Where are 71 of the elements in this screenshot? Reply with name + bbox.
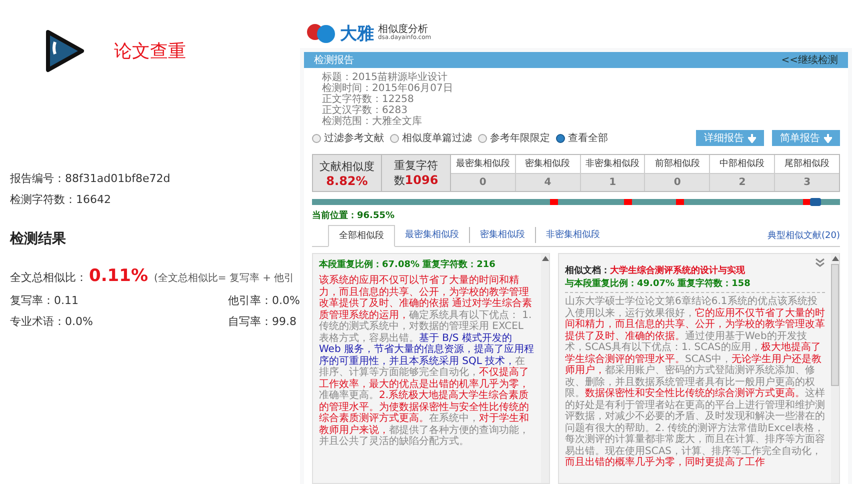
position-thumb[interactable] [810, 198, 821, 206]
doc-title[interactable]: 大学生综合测评系统的设计与实现 [610, 266, 745, 276]
radio-label[interactable]: 相似度单篇过滤 [402, 131, 472, 145]
cell-value: 8.82% [326, 174, 368, 188]
cell-label: 重复字符 [394, 158, 438, 173]
info-line: 正文汉字数：6283 [322, 105, 408, 116]
scroll-thumb[interactable] [831, 264, 839, 386]
brand-name: 大雅 [340, 22, 374, 44]
rate-text: 专业术语：0.0% [10, 314, 94, 330]
up-arrow-icon [832, 256, 838, 261]
match-marker [624, 199, 632, 205]
table-cell: 1 [580, 174, 644, 191]
up-arrow-icon [542, 256, 548, 261]
column-header: 密集相似段 [516, 155, 580, 174]
slide-title: 论文查重 [114, 40, 186, 63]
logo-icon [306, 22, 336, 44]
section-heading: 检测结果 [10, 230, 67, 248]
tab[interactable]: 密集相似段 [470, 227, 536, 243]
match-marker [550, 199, 558, 205]
double-chevron-icon [815, 258, 825, 268]
paragraph-text: 该系统的应用不仅可以节省了大量的时间和精力，而且信息的共享、公开，为学校的教学管理改革提供了及时、准确的依据 通过对学生综合素质管理系统的运用，确定系统具有以下优点： 1.传统的测式系统中，对数据的管理采用 EXCEL 表格方式，容易出错。基于 B/S 模式开发的 Web 服务，节省大量的信息资源，提高了应用程序的可重用性，并且本系统采用 SQL 技术，在排序、计算等方面能够完全自动化，不仅提高了工作效率，最大的优点是出错的机率几乎为零， 准确率更高。2.系统极大地提高大学生综合素质的管理水平。为使数据保密性与安全性比传统的综合素质测评方式更高。在系统中，对于学生和教师用户来说，都提供了各种方便的查询功能，并且公共了灵活的缺陷分配方式。 [319, 275, 535, 448]
formula-text: (全文总相似比= 复写率 + 他引 [154, 272, 294, 285]
match-marker [803, 199, 812, 205]
radio-button[interactable] [556, 134, 565, 142]
table-cell: 3 [775, 174, 839, 191]
panel-header: 与本段重复比例：49.07% 重复字符数：158 [565, 277, 750, 290]
panel-header: 本段重复比例：67.08% 重复字符数：216 [319, 258, 496, 271]
product-name: 相似度分析 [378, 25, 428, 35]
info-line: 标题：2015苗耕源毕业设计 [322, 72, 448, 83]
match-marker [676, 199, 684, 205]
radio-button[interactable] [390, 134, 399, 142]
scrollbar[interactable] [541, 254, 549, 483]
table-cell: 0 [645, 174, 710, 191]
cell-label: 文献相似度 [320, 158, 374, 174]
tab[interactable]: 最密集相似段 [395, 227, 470, 243]
bar-title: 检测报告 [314, 54, 354, 67]
rate-text: 自写率：99.8 [228, 314, 298, 330]
summary-line: 报告编号：88f31ad01bf8e72d [10, 171, 172, 187]
column-header: 前部相似段 [645, 155, 710, 174]
radio-label[interactable]: 参考年限限定 [490, 131, 550, 145]
tab[interactable]: 全部相似段 [328, 225, 395, 247]
total-value: 0.11% [89, 266, 148, 286]
info-line: 检测范围：大雅全文库 [322, 116, 423, 127]
radio-button[interactable] [478, 134, 487, 142]
table-cell: 4 [516, 174, 580, 191]
radio-label[interactable]: 查看全部 [568, 131, 608, 145]
cell-value: 1096 [404, 173, 438, 187]
info-line: 检测时间：2015年06月07日 [322, 83, 454, 94]
table-cell: 2 [710, 174, 774, 191]
radio-label[interactable]: 过滤参考文献 [324, 131, 384, 145]
table-cell: 0 [451, 174, 515, 191]
continue-link[interactable]: <<继续检测 [781, 53, 838, 67]
info-line: 正文字符数：12258 [322, 94, 415, 105]
down-arrow-icon [824, 134, 832, 142]
summary-line: 检测字符数：16642 [10, 192, 112, 208]
scrollbar[interactable] [831, 254, 839, 483]
position-label: 当前位置：96.55% [312, 210, 396, 222]
radio-button[interactable] [312, 134, 321, 142]
column-header: 非密集相似段 [580, 155, 644, 174]
doc-label: 相似文档： [565, 266, 610, 276]
tab[interactable]: 非密集相似段 [536, 227, 610, 243]
total-label: 全文总相似比： [10, 270, 87, 285]
paragraph-text: 山东大学硕士学位论文第6章结论6.1系统的优点该系统投入使用以来，运行效果很好，它的应用不仅节省了大量的时间和精力，而且信息的共享、公开，为学校的教学管理改革提供了及时、准确的依据。通过使用基于Web的开发技术，SCAS具有以下优点：1. SCAS的应用，极大地提高了学生综合测评的管理水平。SCAS中，无论学生用户还是教师用户，都采用账户、密码的方式登陆测评系统添加、修改、删除，并且数据系统管理者具有比一般用户更高的权限。数据保密性和安全性比传统的综合测评方式更高。这样的好处是有利于管理者站在更高的平台上进行管理和维护测评数据，对减少不必要的矛盾、及时发现和解决一些潜在的问题有很大的帮助。2. 传统的测评方法常借助Excel表格，每次测评的计算量都非常庞大，而且在计算、排序等方面容易出错。现在使用SCAS，计算、排序等工作完全自动化， 而且出错的概率几乎为零，同时更提高了工作 [565, 296, 825, 468]
down-arrow-icon [748, 134, 756, 142]
rate-text: 他引率：0.0% [228, 293, 300, 309]
typical-link[interactable]: 典型相似文献(20) [768, 229, 840, 246]
column-header: 最密集相似段 [451, 155, 515, 174]
rate-text: 复写率：0.11 [10, 293, 80, 309]
column-header: 中部相似段 [710, 155, 774, 174]
cell-label: 数 [394, 173, 405, 188]
column-header: 尾部相似段 [775, 155, 839, 174]
